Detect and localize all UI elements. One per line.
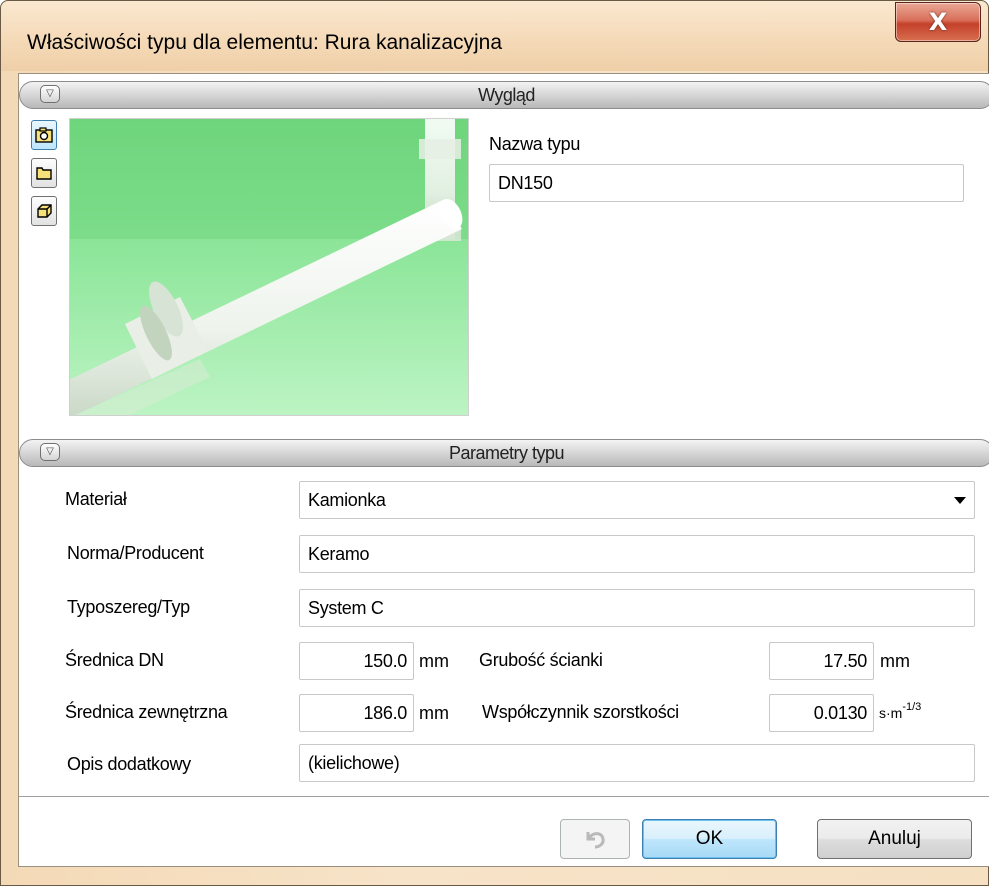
undo-icon [586,832,605,849]
dialog-client-area: ▽ Wygląd Nazwa typu DN150 ▽ Parametry ty… [18,73,989,867]
wall-thickness-unit: mm [880,651,910,671]
roughness-label: Współczynnik szorstkości [482,702,679,722]
series-input[interactable]: System C [299,589,975,627]
open-folder-button[interactable] [31,158,57,188]
material-select[interactable]: Kamionka [299,481,975,519]
dn-unit: mm [419,651,449,671]
dn-input[interactable]: 150.0 [299,642,414,680]
chevron-down-icon[interactable] [954,497,966,504]
type-params-section-title: Parametry typu [448,443,565,463]
material-label: Materiał [65,489,127,509]
outer-diameter-input[interactable]: 186.0 [299,694,414,732]
norm-label: Norma/Producent [67,543,204,563]
3d-view-button[interactable] [31,196,57,226]
series-label: Typoszereg/Typ [67,597,190,617]
camera-icon [35,127,53,143]
undo-button[interactable] [560,819,630,859]
type-name-input[interactable]: DN150 [489,164,964,202]
close-button[interactable]: X [895,2,981,42]
type-preview-image [69,118,469,416]
close-icon: X [928,8,948,36]
wall-thickness-label: Grubość ścianki [479,650,603,670]
appearance-section-header[interactable]: ▽ Wygląd [19,81,989,109]
description-label: Opis dodatkowy [67,754,191,774]
norm-input[interactable]: Keramo [299,535,975,573]
ok-button[interactable]: OK [642,819,777,859]
title-bar[interactable]: Właściwości typu dla elementu: Rura kana… [1,1,988,71]
footer-divider [19,796,989,797]
type-name-label: Nazwa typu [489,134,581,154]
roughness-unit: s·m-1/3 [879,701,922,721]
outer-diameter-label: Średnica zewnętrzna [65,702,228,722]
cancel-button[interactable]: Anuluj [817,819,972,859]
camera-view-button[interactable] [31,120,57,150]
3d-box-icon [37,204,52,218]
outer-diameter-unit: mm [419,703,449,723]
dialog-window: Właściwości typu dla elementu: Rura kana… [0,0,989,886]
window-title: Właściwości typu dla elementu: Rura kana… [27,31,503,54]
wall-thickness-input[interactable]: 17.50 [769,642,874,680]
roughness-input[interactable]: 0.0130 [769,694,874,732]
material-selected-value: Kamionka [308,490,386,510]
appearance-section-title: Wygląd [478,85,535,105]
type-params-section-header[interactable]: ▽ Parametry typu [19,439,989,467]
description-input[interactable]: (kielichowe) [299,744,975,782]
folder-icon [36,167,52,180]
dn-label: Średnica DN [65,650,164,670]
